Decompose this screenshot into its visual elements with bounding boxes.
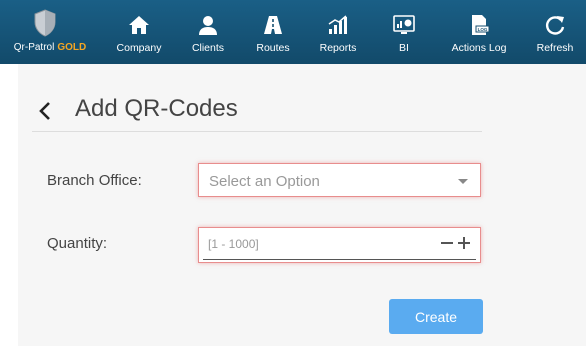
branch-office-placeholder: Select an Option [209, 173, 320, 190]
caret-down-icon [458, 179, 468, 184]
nav-company-label: Company [116, 42, 162, 54]
quantity-label: Quantity: [47, 235, 108, 252]
dashboard-icon [393, 15, 415, 34]
road-icon [264, 16, 282, 34]
create-button[interactable]: Create [389, 299, 483, 334]
svg-text:LOG: LOG [478, 27, 488, 32]
back-arrow-icon[interactable] [36, 98, 54, 124]
top-navbar: Qr-Patrol GOLD Company Clients Routes Re… [0, 0, 586, 64]
quantity-stepper [198, 227, 481, 263]
log-icon: LOG [472, 15, 490, 35]
title-divider [32, 131, 482, 132]
nav-actions-log[interactable]: LOG Actions Log [448, 0, 510, 64]
nav-company[interactable]: Company [110, 0, 168, 64]
nav-clients[interactable]: Clients [182, 0, 234, 64]
nav-bi-label: BI [399, 42, 409, 54]
nav-bi[interactable]: BI [380, 0, 428, 64]
quantity-input[interactable] [203, 232, 435, 256]
bar-chart-icon [328, 15, 347, 34]
nav-refresh-label: Refresh [536, 42, 574, 54]
nav-reports[interactable]: Reports [312, 0, 364, 64]
page-title: Add QR-Codes [75, 95, 238, 122]
branch-office-label: Branch Office: [47, 172, 142, 189]
plus-icon[interactable] [457, 231, 471, 255]
nav-refresh[interactable]: Refresh [530, 0, 580, 64]
home-icon [129, 16, 149, 34]
nav-clients-label: Clients [191, 42, 225, 54]
brand[interactable]: Qr-Patrol GOLD [0, 0, 100, 64]
brand-name: Qr-Patrol GOLD [0, 42, 100, 53]
branch-office-select[interactable]: Select an Option [198, 163, 481, 197]
nav-reports-label: Reports [319, 42, 357, 54]
nav-routes-label: Routes [256, 42, 290, 54]
brand-name-text: Qr-Patrol [13, 42, 55, 53]
user-icon [199, 16, 217, 35]
nav-actions-log-label: Actions Log [451, 42, 507, 54]
nav-routes[interactable]: Routes [248, 0, 298, 64]
shield-logo-icon [34, 9, 56, 37]
refresh-icon [546, 16, 565, 35]
brand-tier: GOLD [57, 42, 87, 53]
quantity-underline [203, 259, 476, 260]
minus-icon[interactable] [440, 231, 454, 255]
